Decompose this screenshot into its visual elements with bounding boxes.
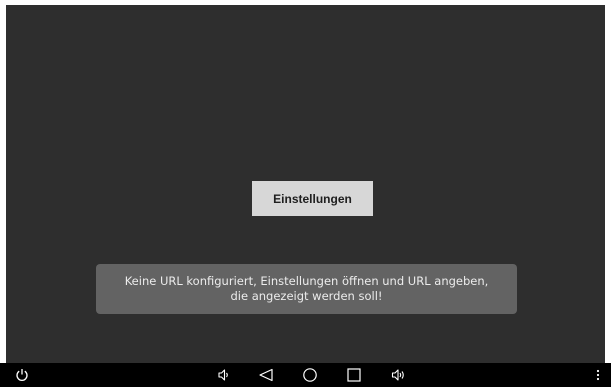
toast-message: Keine URL konfiguriert, Einstellungen öf… xyxy=(96,264,517,314)
recents-icon[interactable] xyxy=(344,363,364,387)
volume-up-icon[interactable] xyxy=(389,363,409,387)
power-icon[interactable] xyxy=(12,363,32,387)
volume-down-icon[interactable] xyxy=(214,363,234,387)
toast-line-1: Keine URL konfiguriert, Einstellungen öf… xyxy=(124,274,489,288)
toast-line-2: die angezeigt werden soll! xyxy=(230,289,383,303)
device-frame: Einstellungen Keine URL konfiguriert, Ei… xyxy=(0,0,611,387)
back-icon[interactable] xyxy=(256,363,276,387)
settings-button[interactable]: Einstellungen xyxy=(252,181,373,216)
system-navigation-bar xyxy=(0,363,611,387)
more-vert-icon[interactable] xyxy=(592,363,604,387)
home-icon[interactable] xyxy=(300,363,320,387)
